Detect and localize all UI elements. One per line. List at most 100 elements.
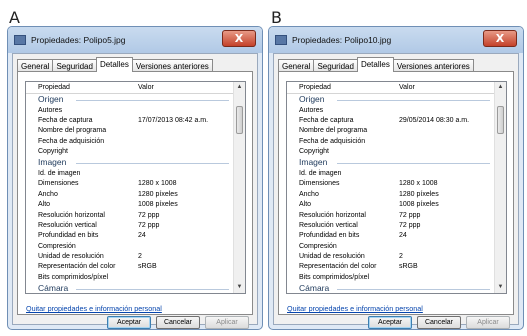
list-item[interactable]: Dimensiones 1280 x 1008 xyxy=(287,179,494,189)
property-name: Bits comprimidos/píxel xyxy=(299,273,370,281)
list-item[interactable]: Fecha de adquisición xyxy=(26,137,233,147)
list-item[interactable]: Nombre del programa xyxy=(287,126,494,136)
scroll-up-arrow-icon[interactable]: ▲ xyxy=(234,82,245,93)
vertical-scrollbar[interactable]: ▲ ▼ xyxy=(233,82,245,293)
property-name: Fecha de captura xyxy=(38,116,93,124)
list-item[interactable]: Resolución vertical 72 ppp xyxy=(26,221,233,231)
apply-button[interactable]: Aplicar xyxy=(205,316,249,329)
details-list[interactable]: Propiedad Valor Origen Autores Fecha de ca… xyxy=(286,81,507,294)
list-rows: Origen Autores Fecha de captura 29/05/2014 … xyxy=(287,94,494,293)
scroll-down-arrow-icon[interactable]: ▼ xyxy=(495,282,506,293)
column-header-value[interactable]: Valor xyxy=(138,84,154,91)
property-name: Dimensiones xyxy=(299,180,340,188)
details-tab-page: Propiedad Valor Origen Autores Fecha de ca… xyxy=(17,71,253,315)
list-item[interactable]: Representación del color sRGB xyxy=(26,262,233,272)
window-title: Propiedades: Polipo10.jpg xyxy=(292,35,392,45)
property-name: Resolución horizontal xyxy=(38,211,105,219)
list-item[interactable]: Representación del color sRGB xyxy=(287,262,494,272)
list-item[interactable]: Unidad de resolución 2 xyxy=(26,252,233,262)
list-item[interactable]: Ancho 1280 píxeles xyxy=(287,190,494,200)
tab-strip: General Seguridad Detalles Versiones ant… xyxy=(17,57,213,72)
list-header: Propiedad Valor xyxy=(287,82,494,94)
property-value: 1280 x 1008 xyxy=(399,180,438,188)
remove-properties-link[interactable]: Quitar propiedades e información persona… xyxy=(26,304,162,313)
list-item[interactable]: Profundidad en bits 24 xyxy=(26,231,233,241)
window-icon xyxy=(275,35,287,45)
property-name: Profundidad en bits xyxy=(299,232,360,240)
list-item[interactable]: Fecha de captura 29/05/2014 08:30 a.m. xyxy=(287,116,494,126)
list-item[interactable]: Resolución vertical 72 ppp xyxy=(287,221,494,231)
property-name: Profundidad en bits xyxy=(38,232,99,240)
property-value: 2 xyxy=(138,253,142,261)
vertical-scrollbar[interactable]: ▲ ▼ xyxy=(494,82,506,293)
list-item[interactable]: Copyright xyxy=(26,147,233,157)
list-item[interactable]: Resolución horizontal 72 ppp xyxy=(26,211,233,221)
list-item[interactable]: Alto 1008 píxeles xyxy=(287,200,494,210)
list-rows: Origen Autores Fecha de captura 17/07/2013 … xyxy=(26,94,233,293)
group-header[interactable]: Origen xyxy=(26,94,233,106)
group-header[interactable]: Cámara xyxy=(287,283,494,293)
scroll-thumb[interactable] xyxy=(497,106,504,134)
ok-button[interactable]: Aceptar xyxy=(107,316,151,329)
properties-dialog-a: Propiedades: Polipo5.jpg X General Segur… xyxy=(7,26,263,330)
list-item[interactable]: Bits comprimidos/píxel xyxy=(26,273,233,283)
apply-button[interactable]: Aplicar xyxy=(466,316,510,329)
title-bar[interactable]: Propiedades: Polipo5.jpg X xyxy=(8,27,262,53)
list-item[interactable]: Autores xyxy=(26,106,233,116)
window-icon xyxy=(14,35,26,45)
list-item[interactable]: Id. de imagen xyxy=(287,169,494,179)
close-button[interactable]: X xyxy=(483,30,517,47)
tab-strip: General Seguridad Detalles Versiones ant… xyxy=(278,57,474,72)
group-header[interactable]: Imagen xyxy=(26,157,233,169)
list-item[interactable]: Ancho 1280 píxeles xyxy=(26,190,233,200)
window-title: Propiedades: Polipo5.jpg xyxy=(31,35,126,45)
property-name: Fecha de adquisición xyxy=(299,137,366,145)
list-item[interactable]: Id. de imagen xyxy=(26,169,233,179)
title-bar[interactable]: Propiedades: Polipo10.jpg X xyxy=(269,27,523,53)
list-item[interactable]: Compresión xyxy=(287,242,494,252)
group-label: Origen xyxy=(38,94,64,104)
list-item[interactable]: Profundidad en bits 24 xyxy=(287,231,494,241)
column-header-property[interactable]: Propiedad xyxy=(38,84,70,91)
property-value: sRGB xyxy=(399,263,418,271)
list-item[interactable]: Autores xyxy=(287,106,494,116)
list-item[interactable]: Bits comprimidos/píxel xyxy=(287,273,494,283)
tab-detalles[interactable]: Detalles xyxy=(356,57,394,72)
group-header[interactable]: Cámara xyxy=(26,283,233,293)
property-name: Autores xyxy=(299,106,324,114)
cancel-button[interactable]: Cancelar xyxy=(417,316,461,329)
tab-detalles[interactable]: Detalles xyxy=(95,57,133,72)
group-divider xyxy=(337,163,490,165)
property-name: Compresión xyxy=(38,242,76,250)
list-header: Propiedad Valor xyxy=(26,82,233,94)
ok-button[interactable]: Aceptar xyxy=(368,316,412,329)
list-item[interactable]: Compresión xyxy=(26,242,233,252)
property-value: 72 ppp xyxy=(399,221,421,229)
list-item[interactable]: Fecha de captura 17/07/2013 08:42 a.m. xyxy=(26,116,233,126)
list-item[interactable]: Dimensiones 1280 x 1008 xyxy=(26,179,233,189)
column-header-property[interactable]: Propiedad xyxy=(299,84,331,91)
list-item[interactable]: Fecha de adquisición xyxy=(287,137,494,147)
scroll-down-arrow-icon[interactable]: ▼ xyxy=(234,282,245,293)
property-value: 1008 píxeles xyxy=(399,201,439,209)
scroll-up-arrow-icon[interactable]: ▲ xyxy=(495,82,506,93)
group-header[interactable]: Imagen xyxy=(287,157,494,169)
remove-properties-link[interactable]: Quitar propiedades e información persona… xyxy=(287,304,423,313)
group-divider xyxy=(337,100,490,101)
column-header-value[interactable]: Valor xyxy=(399,84,415,91)
property-name: Dimensiones xyxy=(38,180,79,188)
list-item[interactable]: Alto 1008 píxeles xyxy=(26,200,233,210)
group-header[interactable]: Origen xyxy=(287,94,494,106)
cancel-button[interactable]: Cancelar xyxy=(156,316,200,329)
property-name: Ancho xyxy=(299,190,319,198)
property-value: 72 ppp xyxy=(138,221,160,229)
property-value: 29/05/2014 08:30 a.m. xyxy=(399,116,470,124)
list-item[interactable]: Resolución horizontal 72 ppp xyxy=(287,211,494,221)
list-item[interactable]: Copyright xyxy=(287,147,494,157)
scroll-thumb[interactable] xyxy=(236,106,243,134)
list-item[interactable]: Nombre del programa xyxy=(26,126,233,136)
close-button[interactable]: X xyxy=(222,30,256,47)
list-item[interactable]: Unidad de resolución 2 xyxy=(287,252,494,262)
details-list[interactable]: Propiedad Valor Origen Autores Fecha de ca… xyxy=(25,81,246,294)
property-name: Fecha de adquisición xyxy=(38,137,105,145)
